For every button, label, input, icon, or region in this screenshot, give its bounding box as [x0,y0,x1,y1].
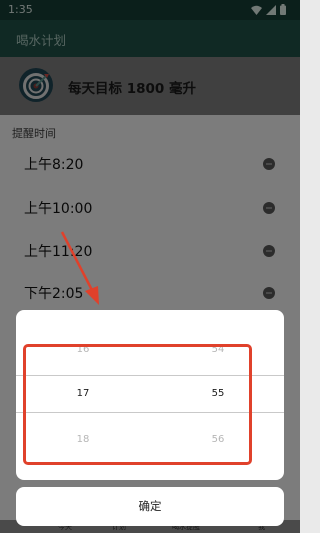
annotation-highlight-box [23,344,252,465]
confirm-button[interactable]: 确定 [16,487,284,526]
